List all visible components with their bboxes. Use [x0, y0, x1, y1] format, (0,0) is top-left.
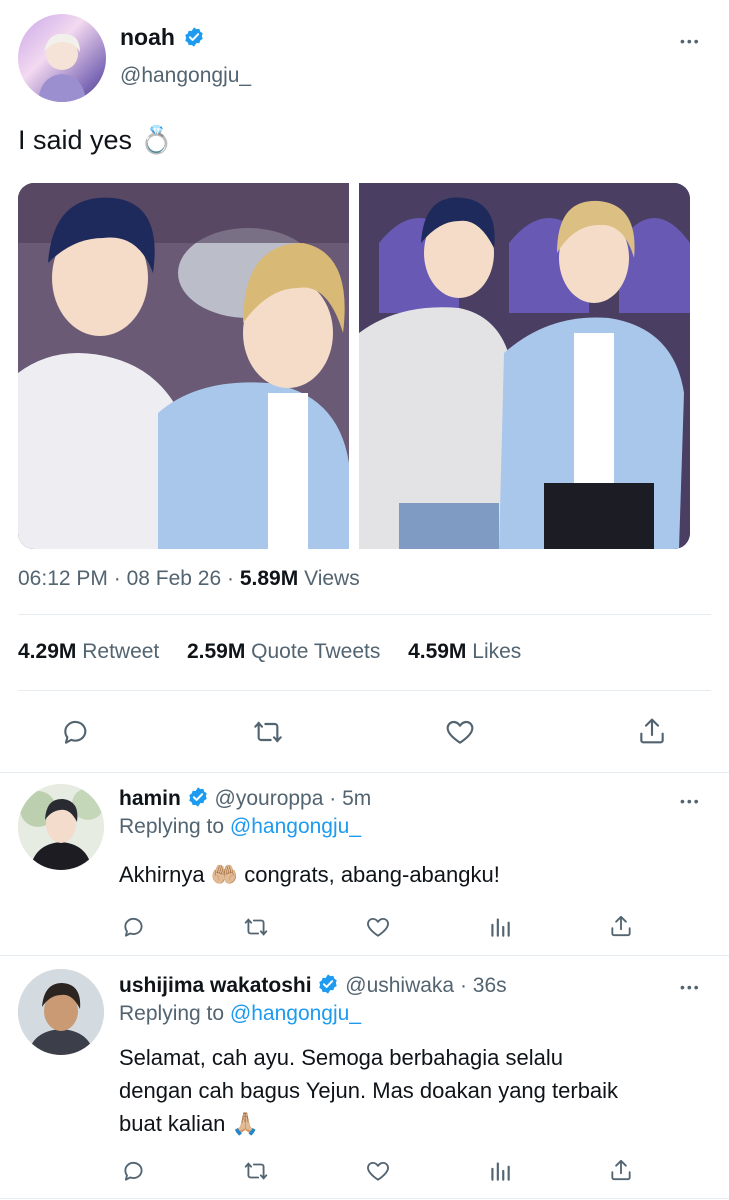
tweet-time[interactable]: 06:12 PM: [18, 567, 108, 590]
verified-icon: [185, 27, 204, 47]
views-label: Views: [304, 567, 360, 590]
quotes-label: Quote Tweets: [251, 640, 381, 663]
divider: [18, 690, 711, 691]
tweet-text: I said yes 💍: [18, 125, 174, 155]
reply-text-line: buat kalian 🙏🏼: [119, 1111, 259, 1136]
replying-to: Replying to @hangongju_: [119, 815, 361, 839]
reply-author-name[interactable]: hamin: [119, 787, 181, 810]
tweet-media-2[interactable]: [359, 183, 690, 549]
more-icon[interactable]: •••: [680, 34, 701, 48]
divider: [0, 772, 729, 773]
retweets-count: 4.29M: [18, 640, 77, 663]
replying-to-link[interactable]: @hangongju_: [230, 1002, 361, 1025]
author-name-text[interactable]: noah: [120, 24, 175, 50]
retweets-stat[interactable]: 4.29M Retweet: [18, 640, 159, 663]
author-name[interactable]: noah: [120, 24, 205, 51]
reply-avatar[interactable]: [18, 784, 104, 870]
reply-text-line: dengan cah bagus Yejun. Mas doakan yang …: [119, 1078, 619, 1103]
replying-to: Replying to @hangongju_: [119, 1002, 361, 1026]
retweets-label: Retweet: [82, 640, 160, 663]
like-icon[interactable]: [443, 716, 477, 748]
reply-time[interactable]: · 5m: [329, 787, 371, 810]
verified-icon: [319, 974, 338, 995]
reply-author-handle[interactable]: @ushiwaka: [345, 974, 454, 997]
reply-text-line: Selamat, cah ayu. Semoga berbahagia sela…: [119, 1045, 563, 1070]
share-icon[interactable]: [608, 1156, 634, 1184]
divider: [18, 614, 711, 615]
tweet-media-1[interactable]: [18, 183, 349, 549]
replying-to-link[interactable]: @hangongju_: [230, 815, 361, 838]
verified-icon: [188, 787, 207, 808]
reply-icon[interactable]: [60, 716, 92, 748]
author-avatar[interactable]: [18, 14, 106, 102]
analytics-icon[interactable]: [487, 914, 513, 940]
more-icon[interactable]: •••: [680, 794, 701, 808]
reply-author-handle[interactable]: @youroppa: [215, 787, 324, 810]
divider: [0, 955, 729, 956]
likes-label: Likes: [472, 640, 522, 663]
replying-label: Replying to: [119, 1002, 225, 1025]
replying-label: Replying to: [119, 815, 225, 838]
tweet-date[interactable]: 08 Feb 26: [127, 567, 222, 590]
quotes-count: 2.59M: [186, 640, 246, 663]
retweet-icon[interactable]: [242, 914, 270, 940]
meta-sep: ·: [227, 567, 234, 590]
reply-icon[interactable]: [121, 1158, 147, 1184]
likes-stat[interactable]: 4.59M Likes: [408, 640, 521, 663]
tweet-meta: 06:12 PM · 08 Feb 26 · 5.89M Views: [18, 567, 360, 591]
reply-avatar[interactable]: [18, 969, 104, 1055]
more-icon[interactable]: •••: [680, 980, 701, 994]
author-handle[interactable]: @hangongju_: [120, 64, 251, 88]
reply-header: hamin @youroppa · 5m: [119, 787, 371, 811]
meta-sep: ·: [113, 567, 121, 590]
views-count: 5.89M: [239, 567, 299, 590]
reply-text: Selamat, cah ayu. Semoga berbahagia sela…: [119, 1041, 618, 1140]
reply-author-name[interactable]: ushijima wakatoshi: [119, 974, 312, 997]
reply-icon[interactable]: [121, 914, 147, 940]
quotes-stat[interactable]: 2.59M Quote Tweets: [187, 640, 380, 663]
likes-count: 4.59M: [408, 640, 467, 663]
retweet-icon[interactable]: [251, 716, 285, 748]
reply-header: ushijima wakatoshi @ushiwaka · 36s: [119, 974, 507, 998]
share-icon[interactable]: [636, 714, 668, 748]
analytics-icon[interactable]: [487, 1158, 513, 1184]
like-icon[interactable]: [364, 914, 392, 940]
like-icon[interactable]: [364, 1158, 392, 1184]
reply-text: Akhirnya 🤲🏼 congrats, abang-abangku!: [119, 862, 500, 887]
share-icon[interactable]: [608, 912, 634, 940]
tweet-stats: 4.29M Retweet 2.59M Quote Tweets 4.59M L…: [18, 640, 521, 664]
retweet-icon[interactable]: [242, 1158, 270, 1184]
divider: [0, 1198, 729, 1199]
reply-time[interactable]: · 36s: [460, 974, 507, 997]
